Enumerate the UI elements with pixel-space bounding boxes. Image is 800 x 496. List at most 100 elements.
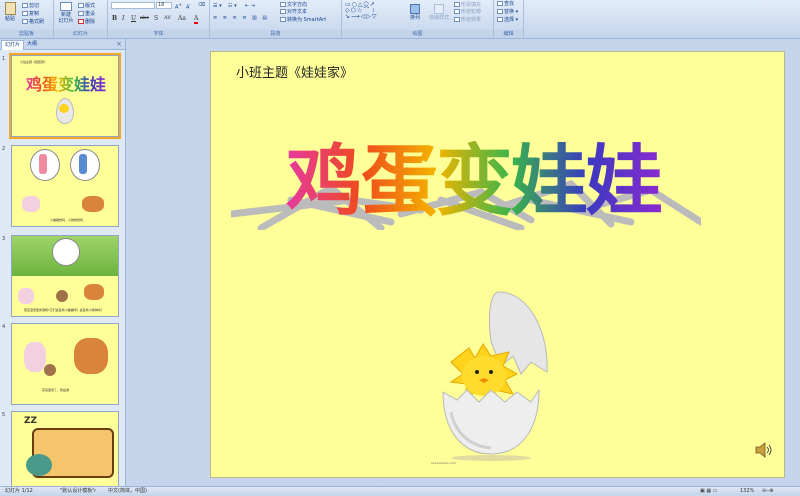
close-pane-icon[interactable]: × bbox=[116, 40, 122, 48]
paragraph-label: 段落 bbox=[210, 30, 341, 38]
align-buttons[interactable]: ≡ ≡ ≡ ≡ ▥ ▤ bbox=[213, 15, 269, 21]
quick-styles-button[interactable]: 快速样式 bbox=[426, 4, 452, 21]
font-color-button[interactable]: A bbox=[194, 15, 199, 24]
thumbnail-caption: 蛋宝宝想变成谁呢?它们会变成小猫猫吗？会变成小狗狗吗？ bbox=[24, 308, 104, 312]
slide-editor: 小班主题《娃娃家》 鸡蛋变娃娃 xxxxxxxxxx.com bbox=[126, 39, 800, 486]
thumbnail-number: 3 bbox=[2, 236, 6, 242]
slide-thumbnail-pane: 幻灯片 大纲 × 1 小班主题《娃娃家》 鸡蛋变娃娃 2 小猫猫想吗，小狗狗想吗… bbox=[0, 39, 126, 493]
new-slide-button[interactable]: 新建 幻灯片 bbox=[57, 2, 75, 24]
thumbnail-caption: 小班主题《娃娃家》 bbox=[20, 60, 48, 64]
slides-group: 新建 幻灯片 版式 重设 删除 幻灯片 bbox=[54, 0, 108, 38]
thumbnail-number: 4 bbox=[2, 324, 6, 330]
char-spacing-button[interactable]: AV bbox=[164, 15, 171, 21]
align-text-button[interactable]: 对齐文本 bbox=[280, 9, 307, 15]
text-direction-icon bbox=[280, 2, 286, 7]
dog-figure bbox=[74, 338, 108, 374]
boy-figure bbox=[79, 154, 87, 174]
bold-button[interactable]: B bbox=[112, 15, 117, 22]
slide-title[interactable]: 鸡蛋变娃娃 bbox=[286, 120, 663, 231]
fill-icon bbox=[454, 2, 460, 7]
smartart-button[interactable]: 转换为 SmartArt bbox=[280, 17, 326, 23]
slide-canvas[interactable]: 小班主题《娃娃家》 鸡蛋变娃娃 xxxxxxxxxx.com bbox=[210, 51, 785, 478]
select-button[interactable]: 选择 ▾ bbox=[497, 17, 518, 23]
egg-figure bbox=[56, 290, 68, 302]
cut-button[interactable]: 剪切 bbox=[22, 3, 39, 9]
speaker-icon[interactable] bbox=[754, 442, 774, 458]
select-icon bbox=[497, 17, 503, 22]
paragraph-group: ☰ ▾ ☷ ▾ ⇤ ⇥ 文字方向 对齐文本 转换为 SmartArt ≡ ≡ ≡… bbox=[210, 0, 342, 38]
shrink-font-button[interactable]: A- bbox=[186, 2, 191, 11]
cat-figure bbox=[24, 342, 46, 372]
italic-button[interactable]: I bbox=[122, 15, 124, 22]
editing-group: 查找 替换 ▾ 选择 ▾ 编辑 bbox=[494, 0, 524, 38]
replace-icon bbox=[497, 9, 503, 14]
cat-figure bbox=[18, 288, 34, 304]
underline-button[interactable]: U bbox=[131, 15, 136, 22]
slide-thumbnail-3[interactable]: 蛋宝宝想变成谁呢?它们会变成小猫猫吗？会变成小狗狗吗？ bbox=[11, 235, 119, 317]
find-button[interactable]: 查找 bbox=[497, 1, 514, 7]
new-slide-icon bbox=[60, 2, 72, 11]
layout-icon bbox=[78, 3, 84, 8]
dog-figure bbox=[82, 196, 104, 212]
cat-figure bbox=[22, 196, 40, 212]
shape-effects-button[interactable]: 形状效果 bbox=[454, 17, 481, 23]
thumbnail-caption: 小猫猫想吗，小狗狗想吗 bbox=[50, 218, 84, 222]
tab-outline[interactable]: 大纲 bbox=[24, 40, 40, 49]
drawing-label: 绘图 bbox=[342, 30, 493, 38]
format-painter-button[interactable]: 格式刷 bbox=[22, 19, 44, 25]
egg-figure bbox=[44, 364, 56, 376]
layout-button[interactable]: 版式 bbox=[78, 3, 95, 9]
font-size-combo[interactable]: 18 bbox=[156, 2, 172, 9]
title-char: 蛋 bbox=[361, 120, 438, 231]
numbering-button[interactable]: ☷ ▾ bbox=[228, 3, 237, 9]
dog-figure bbox=[84, 284, 104, 300]
editing-label: 编辑 bbox=[494, 30, 523, 38]
reset-icon bbox=[78, 11, 84, 16]
slide-thumbnail-2[interactable]: 小猫猫想吗，小狗狗想吗 bbox=[11, 145, 119, 227]
tab-slides[interactable]: 幻灯片 bbox=[1, 40, 25, 50]
scissors-icon bbox=[22, 3, 28, 8]
strikethrough-button[interactable]: abc bbox=[140, 15, 149, 21]
title-char: 娃 bbox=[511, 120, 588, 231]
paste-icon bbox=[4, 2, 16, 15]
title-char: 娃 bbox=[586, 120, 663, 231]
font-name-combo[interactable] bbox=[111, 2, 155, 9]
bullets-button[interactable]: ☰ ▾ bbox=[213, 3, 222, 9]
girl-figure bbox=[39, 154, 47, 174]
slide-thumbnail-4[interactable]: 原来变成了，我是谁 bbox=[11, 323, 119, 405]
arrange-button[interactable]: 排列 bbox=[408, 4, 422, 21]
image-credit: xxxxxxxxxx.com bbox=[431, 461, 457, 465]
replace-button[interactable]: 替换 ▾ bbox=[497, 9, 518, 15]
align-text-icon bbox=[280, 9, 286, 14]
shape-fill-button[interactable]: 形状填充 bbox=[454, 2, 481, 8]
slide-thumbnail-5[interactable]: ZZ bbox=[11, 411, 119, 493]
egg-chick-illustration[interactable] bbox=[421, 282, 561, 462]
copy-button[interactable]: 复制 bbox=[22, 11, 39, 17]
indent-button[interactable]: ⇤ ⇥ bbox=[245, 3, 255, 9]
sleeping-child-figure bbox=[26, 454, 52, 476]
drawing-group: ▭○△⬠↗ ◇⬡☆⌒﹛ ↘⟶◁▷▽ 排列 快速样式 形状填充 形状轮廓 形状效果 绘… bbox=[342, 0, 494, 38]
slide-subtitle[interactable]: 小班主题《娃娃家》 bbox=[236, 62, 353, 81]
clear-format-button[interactable]: ⌫ bbox=[198, 2, 205, 8]
shapes-gallery[interactable]: ▭○△⬠↗ ◇⬡☆⌒﹛ ↘⟶◁▷▽ bbox=[345, 2, 377, 20]
paste-button[interactable]: 粘贴 bbox=[3, 2, 17, 22]
outline-icon bbox=[454, 9, 460, 14]
thumbnail-number: 2 bbox=[2, 146, 6, 152]
chick-thumbnail bbox=[59, 104, 69, 113]
reset-button[interactable]: 重设 bbox=[78, 11, 95, 17]
clipboard-group: 粘贴 剪切 复制 格式刷 剪贴板 bbox=[0, 0, 54, 38]
grow-font-button[interactable]: A+ bbox=[175, 2, 182, 11]
smartart-icon bbox=[280, 17, 286, 22]
slide-thumbnail-1[interactable]: 小班主题《娃娃家》 鸡蛋变娃娃 bbox=[9, 53, 121, 139]
thought-bubble bbox=[52, 238, 80, 266]
shape-outline-button[interactable]: 形状轮廓 bbox=[454, 9, 481, 15]
shadow-button[interactable]: S bbox=[154, 15, 158, 22]
thumbnail-title: 鸡蛋变娃娃 bbox=[26, 75, 107, 94]
font-label: 字体 bbox=[108, 30, 209, 38]
chick-icon bbox=[449, 343, 519, 403]
brush-icon bbox=[22, 19, 28, 24]
text-direction-button[interactable]: 文字方向 bbox=[280, 2, 307, 8]
ribbon: 粘贴 剪切 复制 格式刷 剪贴板 新建 幻灯片 版式 重设 删除 幻灯片 18 … bbox=[0, 0, 800, 39]
change-case-button[interactable]: Aa bbox=[178, 15, 186, 22]
delete-slide-button[interactable]: 删除 bbox=[78, 19, 95, 25]
